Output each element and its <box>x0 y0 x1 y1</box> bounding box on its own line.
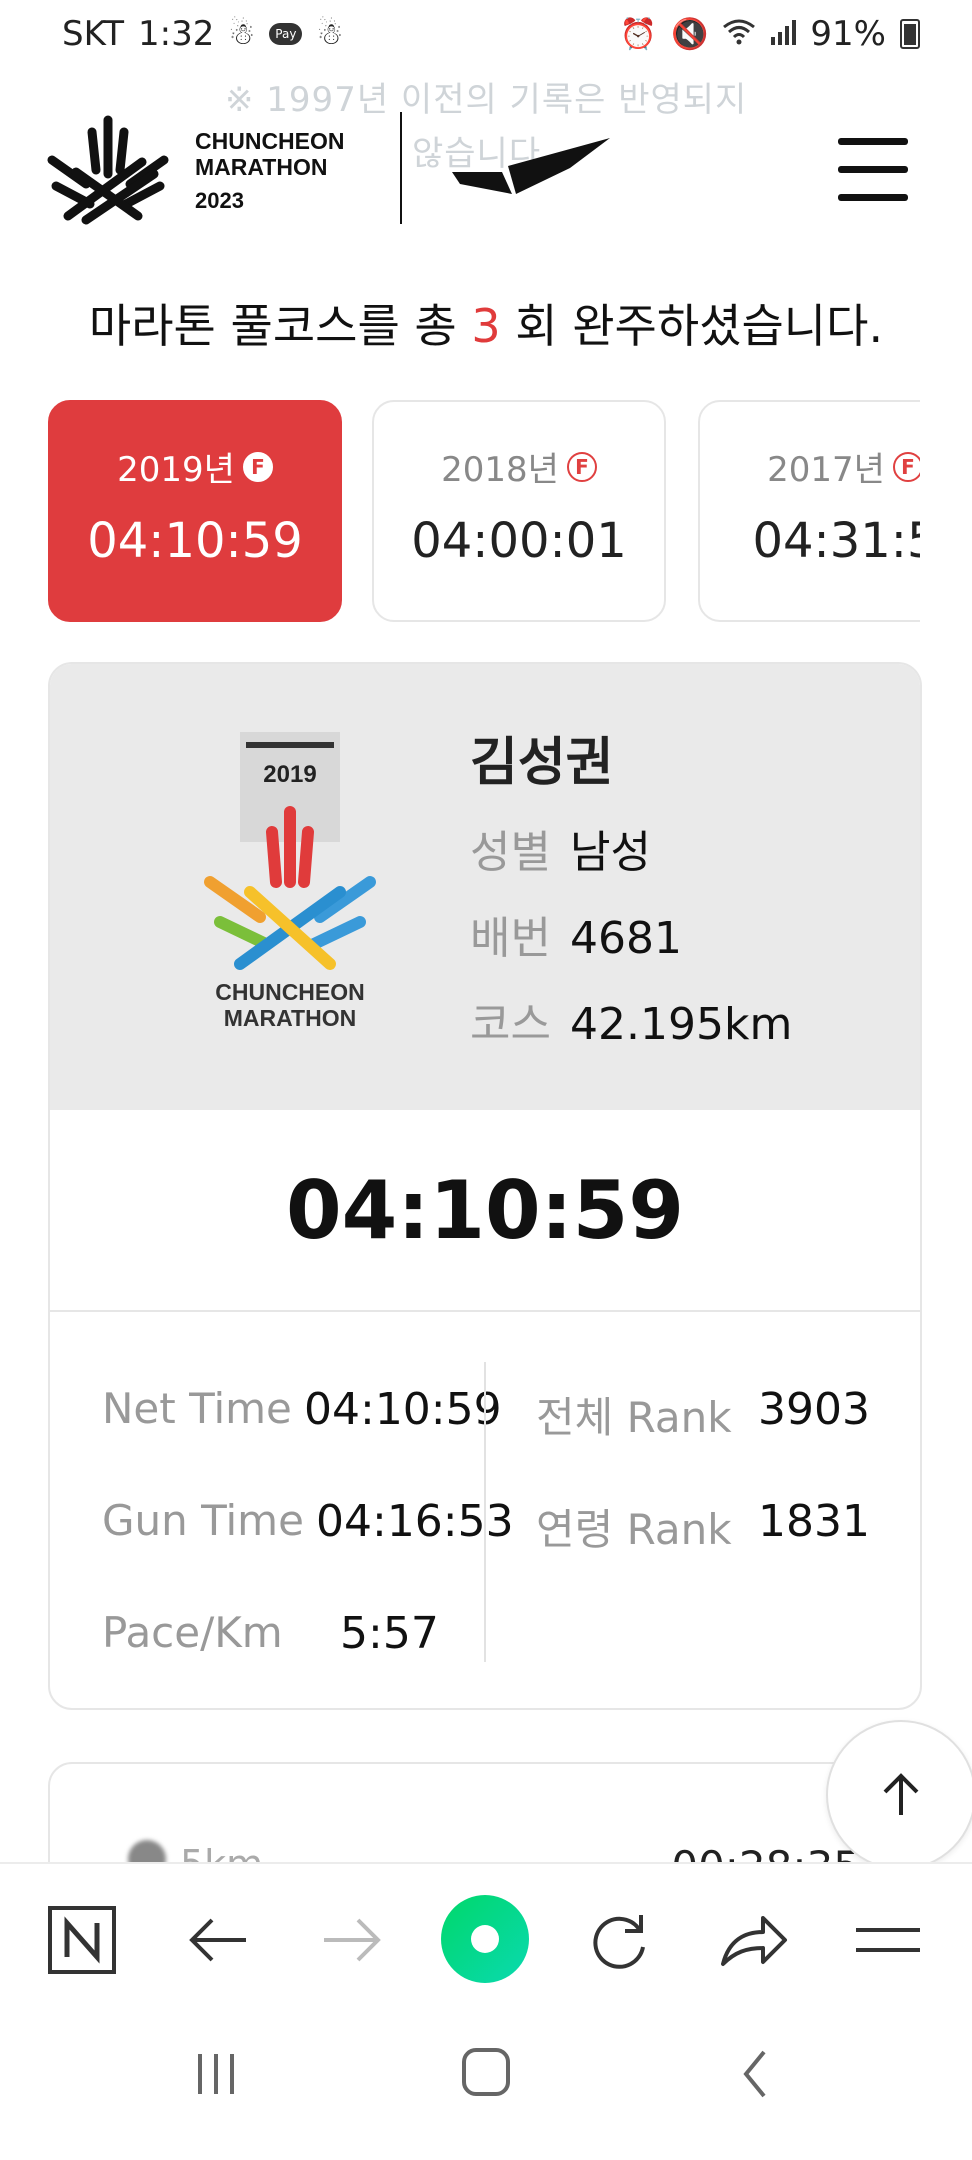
recent-apps-button[interactable] <box>186 2042 246 2102</box>
system-back-button[interactable] <box>726 2042 786 2102</box>
net-time-value: 04:10:59 <box>304 1384 502 1435</box>
logo-divider <box>400 112 402 224</box>
gun-time-label: Gun Time <box>102 1496 304 1545</box>
share-icon <box>721 1916 787 1966</box>
net-time-label: Net Time <box>102 1384 292 1433</box>
runner-info: 2019 CHUNCHEON MARATHON 김성권 성별 남성 배번 468… <box>50 664 920 1110</box>
year-card-time: 04:00:01 <box>411 513 627 569</box>
arrow-right-icon <box>324 1918 381 1962</box>
bib-row: 배번 4681 <box>470 913 682 964</box>
pace-value: 5:57 <box>340 1608 439 1659</box>
finisher-badge-icon: F <box>566 451 597 482</box>
logo-year: 2023 <box>195 188 244 213</box>
wifi-icon <box>722 14 756 54</box>
finish-time: 04:10:59 <box>286 1163 684 1257</box>
arrow-up-icon <box>883 1773 919 1815</box>
age-rank-label: 연령 Rank <box>536 1505 732 1554</box>
recent-apps-icon <box>198 2054 234 2094</box>
pace-label: Pace/Km <box>102 1608 283 1657</box>
finish-time-panel: 04:10:59 <box>50 1110 920 1312</box>
battery-label: 91% <box>810 14 886 54</box>
alarm-icon: ⏰ <box>619 16 658 52</box>
carrier-label: SKT <box>62 14 125 54</box>
clock: 1:32 <box>138 14 215 54</box>
overlay-notice-line1: ※ 1997년 이전의 기록은 반영되지 <box>225 80 748 120</box>
chevron-left-icon <box>743 2050 766 2098</box>
naver-n-icon <box>48 1906 116 1974</box>
status-bar: SKT 1:32 ☃ Pay ☃ ⏰ 🔇 91% <box>0 0 972 70</box>
arrow-left-icon <box>189 1918 246 1962</box>
year-card-2019[interactable]: 2019년 F 04:10:59 <box>48 400 342 622</box>
notification-icon: ☃ <box>228 16 256 52</box>
sponsor-logo-icon <box>450 132 615 202</box>
refresh-icon <box>593 1915 645 1969</box>
overall-rank-label: 전체 Rank <box>536 1393 732 1442</box>
browser-toolbar <box>0 1862 972 2014</box>
year-card-2018[interactable]: 2018년 F 04:00:01 <box>372 400 666 622</box>
pay-icon: Pay <box>269 23 303 45</box>
course-row: 코스 42.195km <box>470 999 793 1050</box>
completion-count: 3 <box>471 299 501 353</box>
year-card-list: 2019년 F 04:10:59 2018년 F 04:00:01 2017년 F 0… <box>48 400 920 626</box>
battery-icon <box>900 19 920 49</box>
svg-text:2019: 2019 <box>263 761 316 788</box>
signal-icon <box>770 14 797 54</box>
overall-rank-value: 3903 <box>758 1384 870 1435</box>
menu-lines-icon <box>856 1928 920 1952</box>
home-button[interactable] <box>454 2040 518 2104</box>
logo-wordmark: CHUNCHEON MARATHON <box>195 128 345 180</box>
green-dot-button[interactable] <box>440 1894 530 1984</box>
stats-panel: Net Time 04:10:59 Gun Time 04:16:53 Pace… <box>50 1312 920 1708</box>
year-card-time: 04:31:5 <box>752 513 920 569</box>
scroll-top-button[interactable] <box>826 1720 972 1870</box>
marathon-logo-icon[interactable] <box>46 112 171 227</box>
mute-icon: 🔇 <box>671 16 709 52</box>
gender-row: 성별 남성 <box>470 827 651 878</box>
finisher-badge-icon: F <box>242 451 273 482</box>
naver-home-button[interactable] <box>42 1900 122 1980</box>
result-card: 2019 CHUNCHEON MARATHON 김성권 성별 남성 배번 468… <box>48 662 922 1710</box>
refresh-button[interactable] <box>580 1900 660 1980</box>
year-card-time: 04:10:59 <box>87 513 303 569</box>
share-button[interactable] <box>714 1900 794 1980</box>
stats-divider <box>484 1362 486 1662</box>
notification-icon-2: ☃ <box>316 16 344 52</box>
finisher-badge-icon: F <box>892 451 920 482</box>
year-card-2017[interactable]: 2017년 F 04:31:5 <box>698 400 920 622</box>
runner-name: 김성권 <box>470 733 614 793</box>
browser-menu-button[interactable] <box>848 1900 928 1980</box>
svg-text:CHUNCHEON: CHUNCHEON <box>215 979 365 1005</box>
back-button[interactable] <box>178 1900 258 1980</box>
medal-icon: 2019 CHUNCHEON MARATHON <box>190 732 390 1032</box>
forward-button[interactable] <box>312 1900 392 1980</box>
age-rank-value: 1831 <box>758 1496 870 1547</box>
completion-summary: 마라톤 풀코스를 총 3 회 완주하셨습니다. <box>88 299 884 353</box>
system-navigation-bar <box>0 2012 972 2160</box>
home-icon <box>462 2048 510 2096</box>
svg-text:MARATHON: MARATHON <box>224 1005 356 1031</box>
menu-button[interactable] <box>838 134 910 206</box>
green-dot-icon <box>441 1895 529 1983</box>
